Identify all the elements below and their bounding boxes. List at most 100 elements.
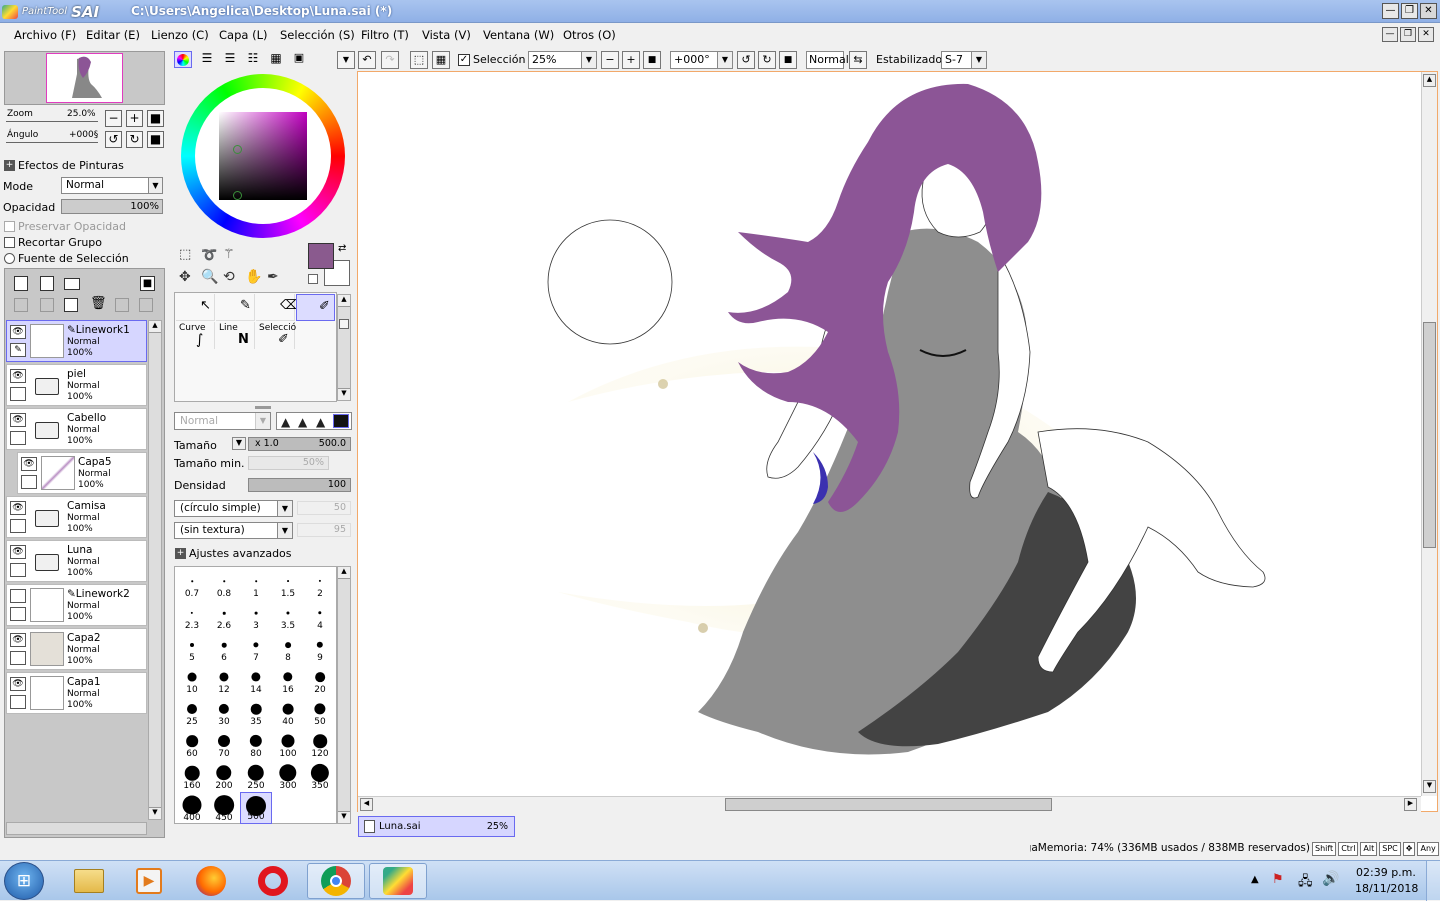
zoom-combo[interactable]: 25% ▼	[528, 51, 597, 69]
taskbar-chrome[interactable]	[307, 863, 365, 899]
brush-size-preset[interactable]: 25	[176, 696, 208, 728]
layer-row[interactable]: 👁 Cabello Normal 100%	[6, 408, 147, 450]
brush-size-scrollbar[interactable]: ▲ ▼	[337, 566, 351, 824]
scroll-up-icon[interactable]: ▲	[149, 321, 161, 333]
brush-size-preset[interactable]: 8	[272, 632, 304, 664]
invert-selection-icon[interactable]: ▦	[432, 51, 450, 69]
volume-icon[interactable]: 🔊	[1322, 871, 1339, 887]
density-slider[interactable]: 100	[248, 478, 351, 492]
transfer-down-icon[interactable]	[14, 298, 28, 312]
show-selection-checkbox[interactable]: ✓	[458, 54, 470, 66]
brush-size-preset[interactable]: 0.8	[208, 568, 240, 600]
swatches-tab[interactable]: ▦	[267, 51, 285, 68]
scroll-down-icon[interactable]: ▼	[338, 811, 350, 823]
flip-view-icon[interactable]: ⇆	[849, 51, 867, 69]
apply-mask-icon[interactable]	[115, 298, 129, 312]
start-button[interactable]: ⊞	[4, 862, 44, 900]
scroll-right-icon[interactable]: ▶	[1404, 798, 1417, 811]
clear-layer-icon[interactable]	[64, 298, 78, 312]
network-icon[interactable]: 🖧	[1298, 872, 1313, 894]
brush-size-preset[interactable]: 2.6	[208, 600, 240, 632]
advanced-settings-label[interactable]: Ajustes avanzados	[189, 547, 292, 560]
brush-size-preset[interactable]: 160	[176, 760, 208, 792]
folder-icon[interactable]	[35, 554, 59, 571]
pencil-icon[interactable]: ✎	[10, 343, 26, 357]
brush-size-preset[interactable]: 80	[240, 728, 272, 760]
clock-date[interactable]: 18/11/2018	[1355, 882, 1418, 895]
toolbar-zoom-in-icon[interactable]: +	[622, 51, 640, 69]
brush-size-preset[interactable]: 40	[272, 696, 304, 728]
canvas-artwork[interactable]	[358, 72, 1420, 796]
rotation-combo[interactable]: +000° ▼	[670, 51, 733, 69]
toolbar-rotate-left-icon[interactable]: ↺	[737, 51, 755, 69]
brush-texture-select[interactable]: (sin textura) ▼	[174, 522, 293, 539]
doc-minimize-button[interactable]: —	[1382, 27, 1398, 42]
menu-editar[interactable]: Editar (E)	[86, 28, 140, 42]
new-linework-layer-icon[interactable]	[40, 276, 54, 291]
eye-icon[interactable]: 👁	[10, 633, 26, 647]
brush-size-preset[interactable]: 70	[208, 728, 240, 760]
layer-row[interactable]: 👁 Luna Normal 100%	[6, 540, 147, 582]
clock-time[interactable]: 02:39 p.m.	[1356, 866, 1416, 879]
transparent-color-icon[interactable]	[308, 274, 318, 284]
effects-label[interactable]: Efectos de Pinturas	[18, 159, 124, 172]
blend-mode-select[interactable]: Normal ▼	[61, 177, 163, 194]
rgb-slider-tab[interactable]: ☰	[198, 51, 216, 68]
merge-down-icon[interactable]	[40, 298, 54, 312]
taskbar-firefox[interactable]	[182, 863, 240, 899]
brush-size-preset[interactable]: 250	[240, 760, 272, 792]
brush-size-preset[interactable]: 3.5	[272, 600, 304, 632]
menu-lienzo[interactable]: Lienzo (C)	[151, 28, 209, 42]
navigator-view-rect[interactable]	[46, 53, 123, 103]
scratchpad-tab[interactable]: ▣	[290, 51, 308, 68]
tool-grid-scrollbar[interactable]: ▲ ▼	[337, 294, 351, 401]
menu-filtro[interactable]: Filtro (T)	[361, 28, 409, 42]
layer-row[interactable]: 👁 Capa2 Normal 100%	[6, 628, 147, 670]
zoom-reset-button[interactable]: ■	[147, 110, 164, 127]
toolbar-zoom-reset-icon[interactable]: ■	[643, 51, 661, 69]
menu-capa[interactable]: Capa (L)	[219, 28, 267, 42]
effects-expand-icon[interactable]: +	[4, 160, 15, 171]
lock-toggle[interactable]	[10, 651, 26, 665]
layer-row[interactable]: 👁 Camisa Normal 100%	[6, 496, 147, 538]
eyedropper-icon[interactable]: ✒	[267, 269, 283, 285]
brush-size-preset[interactable]: 100	[272, 728, 304, 760]
min-size-slider[interactable]: 50%	[248, 456, 329, 470]
doc-close-button[interactable]: ✕	[1418, 27, 1434, 42]
document-tab[interactable]: Luna.sai 25%	[358, 816, 515, 837]
canvas-hscroll-thumb[interactable]	[725, 798, 1052, 811]
hand-icon[interactable]: ✋	[245, 269, 262, 285]
lock-toggle[interactable]	[10, 387, 26, 401]
preserve-opacity-checkbox[interactable]	[4, 221, 15, 232]
opacity-slider[interactable]: 100%	[61, 199, 163, 214]
scroll-down-icon[interactable]: ▼	[338, 388, 350, 400]
brush-size-preset[interactable]: 2.3	[176, 600, 208, 632]
brush-size-preset[interactable]: 30	[208, 696, 240, 728]
taskbar-paint-tool-sai[interactable]	[369, 863, 427, 899]
brush-size-preset[interactable]: 60	[176, 728, 208, 760]
advanced-expand-icon[interactable]: +	[175, 548, 186, 559]
panel-menu-icon[interactable]: ▼	[337, 51, 355, 69]
folder-icon[interactable]	[35, 378, 59, 395]
lock-toggle[interactable]	[10, 431, 26, 445]
scroll-down-icon[interactable]: ▼	[149, 807, 161, 819]
minimize-button[interactable]: —	[1382, 3, 1399, 19]
brush-size-preset[interactable]: 2	[304, 568, 336, 600]
canvas-hscrollbar[interactable]: ◀ ▶	[358, 796, 1421, 812]
stabilizer-combo[interactable]: S-7 ▼	[941, 51, 987, 69]
rotate-right-button[interactable]: ↻	[126, 131, 143, 148]
toolbar-zoom-out-icon[interactable]: −	[601, 51, 619, 69]
brush-size-preset[interactable]: 20	[304, 664, 336, 696]
brush-size-preset[interactable]: 5	[176, 632, 208, 664]
layer-mask-icon[interactable]: ■	[140, 276, 155, 291]
new-folder-icon[interactable]	[64, 278, 80, 290]
brush-size-preset[interactable]: 12	[208, 664, 240, 696]
hsv-slider-tab[interactable]: ☰	[221, 51, 239, 68]
show-hidden-icons[interactable]: ▲	[1251, 874, 1259, 885]
brush-edge-selector[interactable]: ▲ ▲ ▲	[276, 412, 352, 430]
brush-size-preset[interactable]: 50	[304, 696, 336, 728]
scroll-up-icon[interactable]: ▲	[338, 567, 350, 579]
layer-row[interactable]: 👁 piel Normal 100%	[6, 364, 147, 406]
navigator-preview[interactable]	[4, 51, 165, 105]
tool-cell-eraser[interactable]: ⌫	[256, 294, 298, 321]
